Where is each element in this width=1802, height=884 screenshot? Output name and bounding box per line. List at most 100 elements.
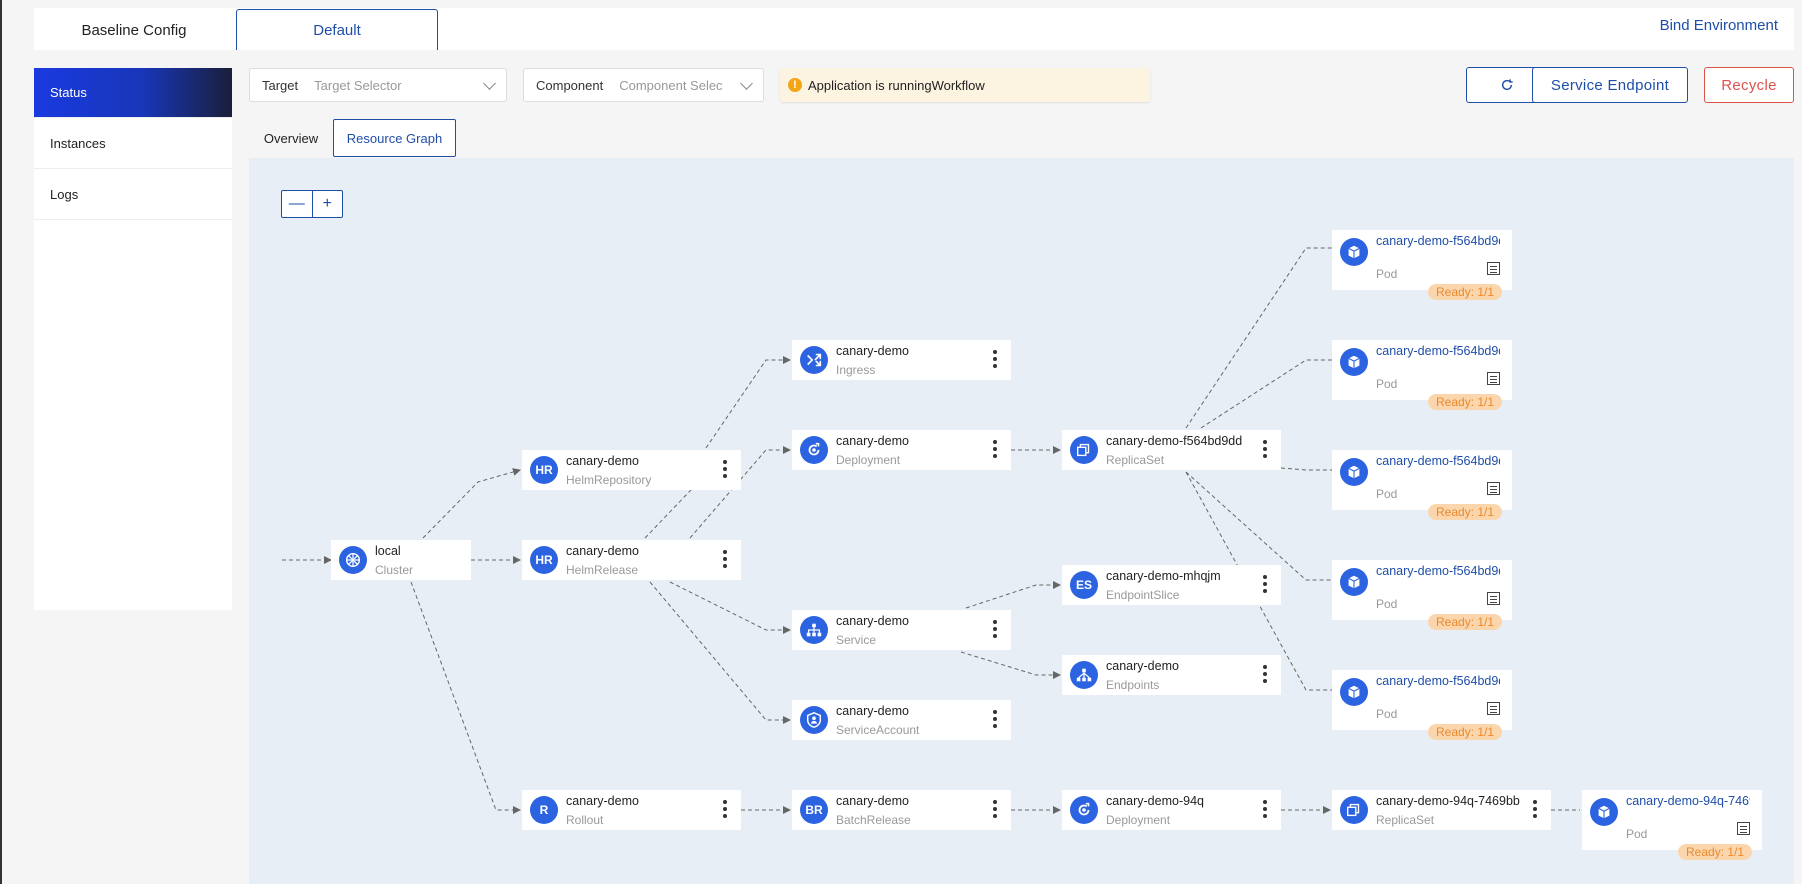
node-type: ServiceAccount (836, 723, 920, 737)
more-options-icon[interactable] (1263, 575, 1267, 593)
node-type: Rollout (566, 813, 604, 827)
batch-release-badge: BR (800, 796, 828, 824)
node-endpointslice[interactable]: ES canary-demo-mhqjm EndpointSlice (1062, 565, 1281, 605)
pod-type: Pod (1376, 707, 1398, 721)
node-type: BatchRelease (836, 813, 911, 827)
node-endpoints[interactable]: canary-demo Endpoints (1062, 655, 1281, 695)
more-options-icon[interactable] (723, 550, 727, 568)
tab-default[interactable]: Default (236, 9, 438, 50)
node-replicaset-94q[interactable]: canary-demo-94q-7469bb ReplicaSet (1332, 790, 1551, 830)
node-service[interactable]: canary-demo Service (792, 610, 1011, 650)
replicaset-icon (1070, 436, 1098, 464)
logs-icon[interactable] (1737, 822, 1750, 835)
pod-node[interactable]: canary-demo-f564bd9dd Pod Ready: 1/1 (1332, 670, 1512, 740)
deployment-icon (1070, 796, 1098, 824)
more-options-icon[interactable] (993, 620, 997, 638)
helm-release-badge: HR (530, 546, 558, 574)
logs-icon[interactable] (1487, 262, 1500, 275)
refresh-icon (1501, 79, 1513, 91)
pod-node[interactable]: canary-demo-f564bd9dd Pod Ready: 1/1 (1332, 230, 1512, 300)
pod-name[interactable]: canary-demo-f564bd9dd (1376, 564, 1500, 578)
pod-icon (1340, 678, 1368, 706)
pod-node[interactable]: canary-demo-94q-7469bb Pod Ready: 1/1 (1582, 790, 1762, 860)
pod-type: Pod (1626, 827, 1648, 841)
pod-node[interactable]: canary-demo-f564bd9dd Pod Ready: 1/1 (1332, 340, 1512, 410)
node-name: canary-demo (836, 344, 909, 358)
more-options-icon[interactable] (993, 440, 997, 458)
node-deployment-94q[interactable]: canary-demo-94q Deployment (1062, 790, 1281, 830)
node-ingress[interactable]: canary-demo Ingress (792, 340, 1011, 380)
deployment-icon (800, 436, 828, 464)
replicaset-icon (1340, 796, 1368, 824)
node-rollout[interactable]: R canary-demo Rollout (522, 790, 741, 830)
more-options-icon[interactable] (1263, 800, 1267, 818)
tab-resource-graph[interactable]: Resource Graph (333, 119, 456, 157)
sidebar-item-status[interactable]: Status (34, 68, 232, 118)
endpoints-icon (1070, 661, 1098, 689)
sidebar: Status Instances Logs (34, 68, 232, 610)
logs-icon[interactable] (1487, 372, 1500, 385)
pod-name[interactable]: canary-demo-f564bd9dd (1376, 344, 1500, 358)
component-selector[interactable]: Component Component Selec (523, 68, 764, 102)
more-options-icon[interactable] (993, 710, 997, 728)
node-cluster[interactable]: local Cluster (331, 540, 471, 580)
sidebar-item-instances[interactable]: Instances (34, 119, 232, 169)
node-name: canary-demo (836, 614, 909, 628)
node-serviceaccount[interactable]: canary-demo ServiceAccount (792, 700, 1011, 740)
more-options-icon[interactable] (1263, 440, 1267, 458)
pod-node[interactable]: canary-demo-f564bd9dd Pod Ready: 1/1 (1332, 450, 1512, 520)
endpoint-slice-badge: ES (1070, 571, 1098, 599)
chevron-down-icon (483, 76, 496, 90)
zoom-out-button[interactable]: — (282, 191, 313, 217)
recycle-button[interactable]: Recycle (1704, 67, 1794, 103)
sidebar-item-logs[interactable]: Logs (34, 170, 232, 220)
more-options-icon[interactable] (1533, 800, 1537, 818)
ready-badge: Ready: 1/1 (1428, 504, 1503, 520)
pod-name[interactable]: canary-demo-f564bd9dd (1376, 234, 1500, 248)
node-type: ReplicaSet (1376, 813, 1435, 827)
logs-icon[interactable] (1487, 482, 1500, 495)
ingress-icon (800, 346, 828, 374)
component-label: Component (536, 77, 604, 93)
node-name: canary-demo-94q (1106, 794, 1204, 808)
node-name: canary-demo (836, 794, 909, 808)
more-options-icon[interactable] (723, 460, 727, 478)
tab-baseline-config[interactable]: Baseline Config (34, 9, 234, 51)
node-type: ReplicaSet (1106, 453, 1165, 467)
chevron-down-icon (740, 76, 753, 90)
more-options-icon[interactable] (993, 350, 997, 368)
target-selector[interactable]: Target Target Selector (249, 68, 507, 102)
logs-icon[interactable] (1487, 592, 1500, 605)
zoom-in-button[interactable]: + (313, 191, 343, 217)
more-options-icon[interactable] (723, 800, 727, 818)
warning-icon: ! (788, 78, 802, 92)
node-type: HelmRepository (566, 473, 652, 487)
bind-environment-link[interactable]: Bind Environment (1660, 17, 1778, 34)
resource-graph-canvas[interactable] (249, 158, 1794, 884)
pod-name[interactable]: canary-demo-f564bd9dd (1376, 454, 1500, 468)
node-name: canary-demo-94q-7469bb (1376, 794, 1520, 808)
pod-type: Pod (1376, 267, 1398, 281)
node-name: canary-demo (566, 794, 639, 808)
node-helmrelease[interactable]: HR canary-demo HelmRelease (522, 540, 741, 580)
node-replicaset[interactable]: canary-demo-f564bd9dd ReplicaSet (1062, 430, 1281, 470)
pod-name[interactable]: canary-demo-f564bd9dd (1376, 674, 1500, 688)
rollout-badge: R (530, 796, 558, 824)
pod-name[interactable]: canary-demo-94q-7469bb (1626, 794, 1750, 808)
logs-icon[interactable] (1487, 702, 1500, 715)
pod-type: Pod (1376, 597, 1398, 611)
more-options-icon[interactable] (1263, 665, 1267, 683)
status-alert: ! Application is runningWorkflow (780, 68, 1150, 102)
pod-node[interactable]: canary-demo-f564bd9dd Pod Ready: 1/1 (1332, 560, 1512, 630)
ready-badge: Ready: 1/1 (1428, 724, 1503, 740)
node-helmrepository[interactable]: HR canary-demo HelmRepository (522, 450, 741, 490)
service-endpoint-button[interactable]: Service Endpoint (1532, 67, 1688, 103)
node-deployment[interactable]: canary-demo Deployment (792, 430, 1011, 470)
node-batchrelease[interactable]: BR canary-demo BatchRelease (792, 790, 1011, 830)
service-account-icon (800, 706, 828, 734)
pod-icon (1590, 798, 1618, 826)
target-label: Target (262, 77, 299, 93)
node-name: canary-demo (836, 704, 909, 718)
tab-overview[interactable]: Overview (254, 119, 328, 157)
more-options-icon[interactable] (993, 800, 997, 818)
